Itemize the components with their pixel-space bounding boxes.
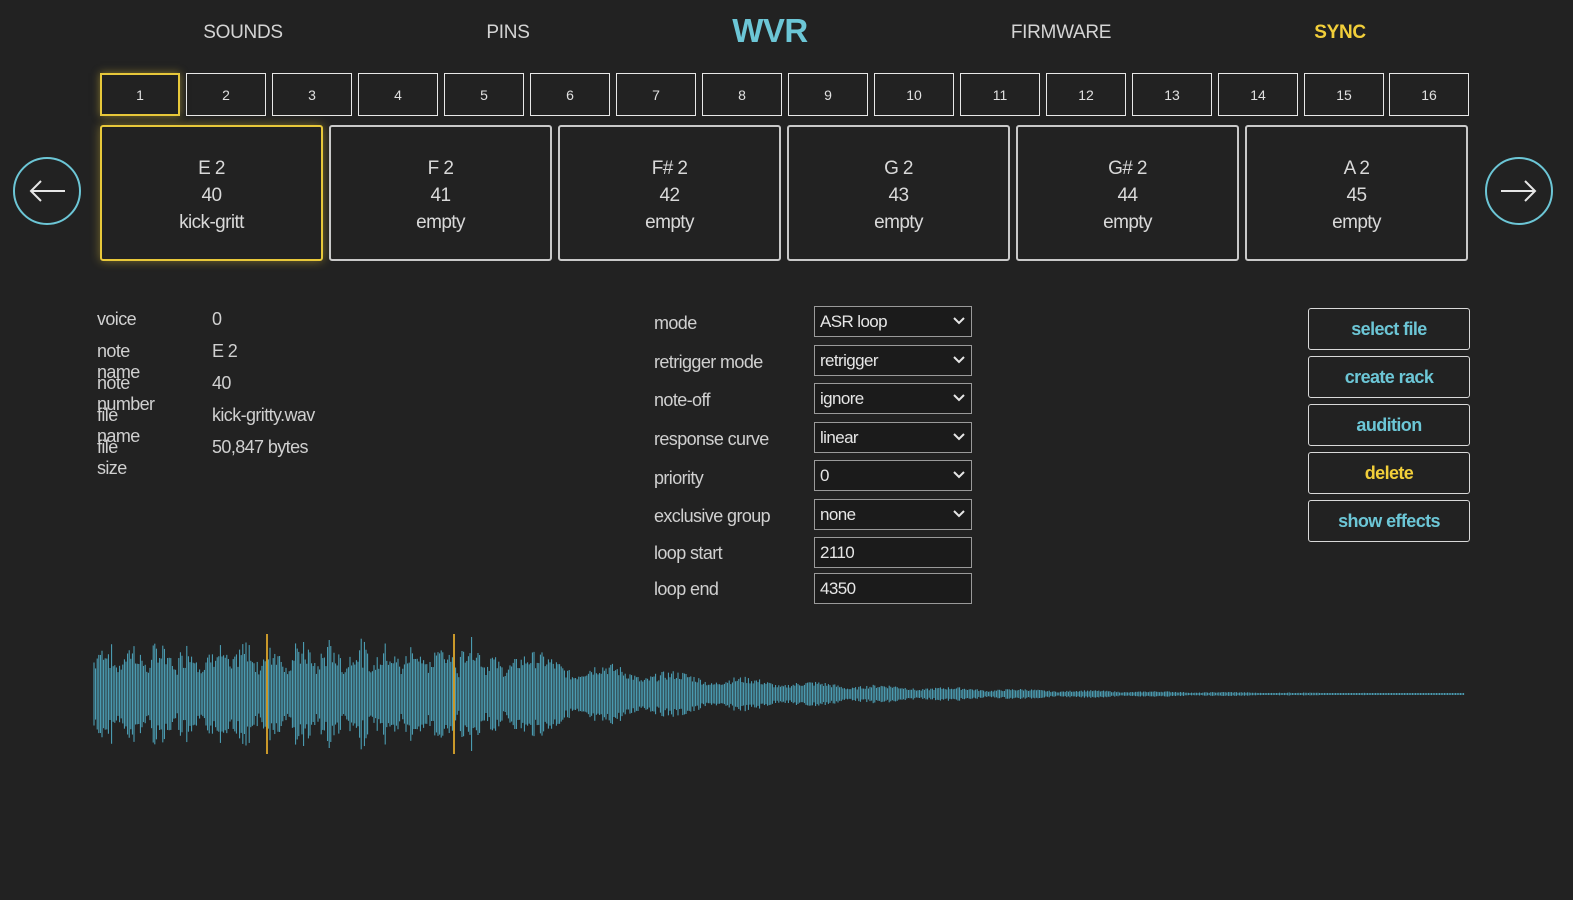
waveform-bars — [93, 636, 1465, 752]
chevron-down-icon — [953, 356, 965, 364]
card-number: 44 — [1117, 185, 1139, 206]
exclusive-group-label: exclusive group — [654, 506, 771, 526]
sound-card[interactable]: G# 2 44 empty — [1016, 125, 1239, 261]
top-nav: SOUNDS PINS WVR FIRMWARE SYNC — [0, 0, 1573, 64]
bank-tab-2[interactable]: 2 — [186, 73, 266, 116]
bank-tab-7[interactable]: 7 — [616, 73, 696, 116]
mode-value: ASR loop — [820, 311, 888, 331]
next-button[interactable] — [1485, 157, 1553, 225]
prev-button[interactable] — [13, 157, 81, 225]
card-file: kick-gritt — [179, 212, 244, 233]
card-note: A 2 — [1343, 158, 1370, 179]
loop-start-input[interactable]: 2110 — [814, 537, 972, 568]
chevron-down-icon — [953, 433, 965, 441]
card-file: empty — [416, 212, 465, 233]
nav-sync[interactable]: SYNC — [1314, 22, 1366, 44]
bank-tab-16[interactable]: 16 — [1389, 73, 1469, 116]
loop-end-input[interactable]: 4350 — [814, 573, 972, 604]
response-curve-value: linear — [820, 427, 859, 447]
bank-tab-1[interactable]: 1 — [100, 73, 180, 116]
card-number: 40 — [201, 185, 223, 206]
chevron-down-icon — [953, 317, 965, 325]
sound-card[interactable]: F# 2 42 empty — [558, 125, 781, 261]
card-number: 45 — [1346, 185, 1368, 206]
bank-tab-6[interactable]: 6 — [530, 73, 610, 116]
file-name-value: kick-gritty.wav — [212, 405, 315, 425]
loop-end-label: loop end — [654, 579, 719, 599]
bank-tab-11[interactable]: 11 — [960, 73, 1040, 116]
sound-cards: E 2 40 kick-gritt F 2 41 empty F# 2 42 e… — [100, 125, 1469, 261]
priority-value: 0 — [820, 465, 829, 485]
bank-tab-13[interactable]: 13 — [1132, 73, 1212, 116]
file-size-label: file size — [97, 437, 127, 478]
exclusive-group-select[interactable]: none — [814, 499, 972, 530]
bank-tab-15[interactable]: 15 — [1304, 73, 1384, 116]
audition-button[interactable]: audition — [1308, 404, 1470, 446]
arrow-right-icon — [1501, 180, 1537, 202]
mode-select[interactable]: ASR loop — [814, 306, 972, 337]
retrigger-mode-label: retrigger mode — [654, 352, 763, 372]
show-effects-button[interactable]: show effects — [1308, 500, 1470, 542]
loop-start-value: 2110 — [820, 542, 855, 562]
card-note: G# 2 — [1108, 158, 1147, 179]
bank-tab-5[interactable]: 5 — [444, 73, 524, 116]
delete-button[interactable]: delete — [1308, 452, 1470, 494]
bank-tab-9[interactable]: 9 — [788, 73, 868, 116]
arrow-left-icon — [29, 180, 65, 202]
retrigger-mode-select[interactable]: retrigger — [814, 345, 972, 376]
nav-sounds[interactable]: SOUNDS — [203, 22, 283, 44]
loop-end-value: 4350 — [820, 578, 856, 598]
card-file: empty — [874, 212, 923, 233]
voice-label: voice — [97, 309, 137, 329]
response-curve-label: response curve — [654, 429, 769, 449]
card-note: F 2 — [427, 158, 454, 179]
mode-label: mode — [654, 313, 697, 333]
card-note: G 2 — [884, 158, 913, 179]
card-note: E 2 — [198, 158, 225, 179]
voice-value: 0 — [212, 309, 222, 329]
bank-tab-14[interactable]: 14 — [1218, 73, 1298, 116]
bank-tab-4[interactable]: 4 — [358, 73, 438, 116]
card-number: 42 — [659, 185, 681, 206]
nav-firmware[interactable]: FIRMWARE — [1011, 22, 1112, 44]
sound-card[interactable]: F 2 41 empty — [329, 125, 552, 261]
priority-select[interactable]: 0 — [814, 460, 972, 491]
app-title: WVR — [732, 12, 808, 49]
retrigger-mode-value: retrigger — [820, 350, 879, 370]
card-file: empty — [1103, 212, 1152, 233]
card-number: 43 — [888, 185, 910, 206]
sound-card[interactable]: G 2 43 empty — [787, 125, 1010, 261]
file-size-value: 50,847 bytes — [212, 437, 308, 457]
note-off-value: ignore — [820, 388, 864, 408]
bank-tab-3[interactable]: 3 — [272, 73, 352, 116]
note-number-value: 40 — [212, 373, 231, 393]
note-name-value: E 2 — [212, 341, 238, 361]
chevron-down-icon — [953, 510, 965, 518]
bank-tab-12[interactable]: 12 — [1046, 73, 1126, 116]
bank-tab-8[interactable]: 8 — [702, 73, 782, 116]
loop-start-label: loop start — [654, 543, 723, 563]
bank-tab-10[interactable]: 10 — [874, 73, 954, 116]
chevron-down-icon — [953, 394, 965, 402]
select-file-button[interactable]: select file — [1308, 308, 1470, 350]
card-file: empty — [1332, 212, 1381, 233]
bank-tabs: 1 2 3 4 5 6 7 8 9 10 11 12 13 14 15 16 — [100, 73, 1469, 116]
card-file: empty — [645, 212, 694, 233]
priority-label: priority — [654, 468, 704, 488]
create-rack-button[interactable]: create rack — [1308, 356, 1470, 398]
note-off-label: note-off — [654, 390, 711, 410]
sound-card[interactable]: E 2 40 kick-gritt — [100, 125, 323, 261]
card-note: F# 2 — [651, 158, 688, 179]
waveform-display[interactable] — [90, 628, 1470, 760]
response-curve-select[interactable]: linear — [814, 422, 972, 453]
nav-pins[interactable]: PINS — [486, 22, 529, 44]
chevron-down-icon — [953, 471, 965, 479]
exclusive-group-value: none — [820, 504, 856, 524]
sound-card[interactable]: A 2 45 empty — [1245, 125, 1468, 261]
card-number: 41 — [430, 185, 452, 206]
note-off-select[interactable]: ignore — [814, 383, 972, 414]
